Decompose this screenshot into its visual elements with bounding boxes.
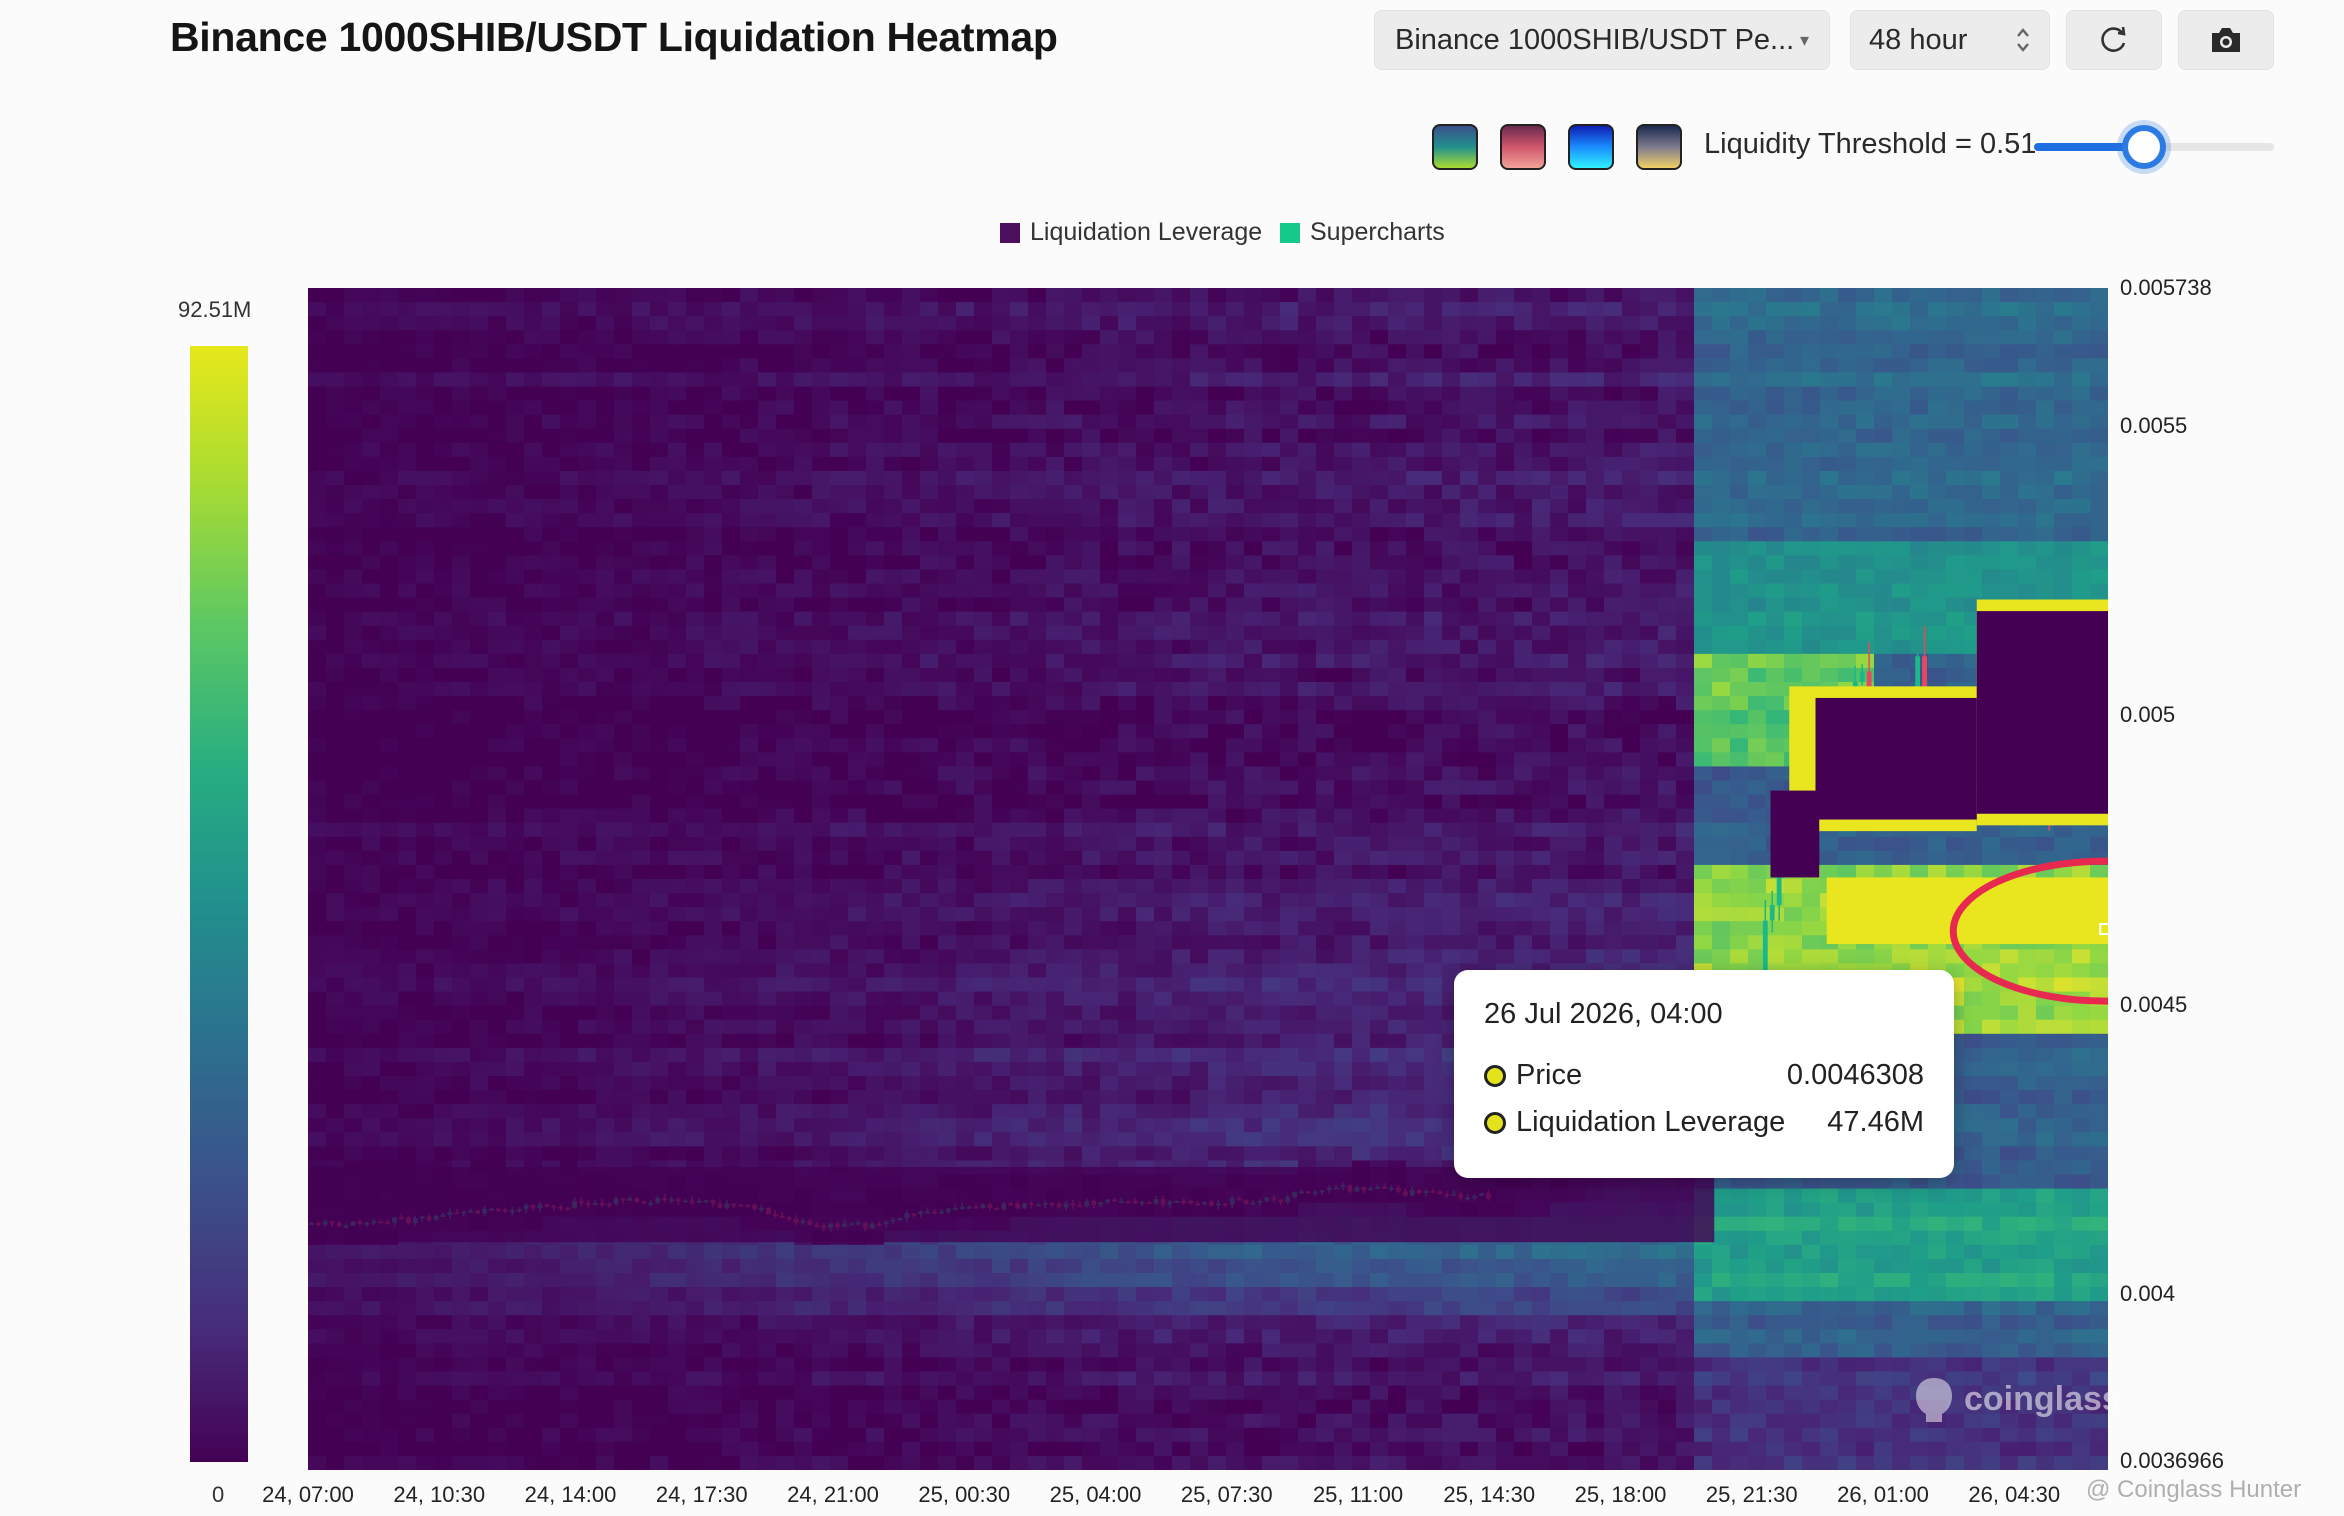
palette-swatch-viridis[interactable] <box>1432 124 1478 170</box>
legend-label: Supercharts <box>1310 218 1445 246</box>
tooltip-label: Price <box>1516 1059 1583 1091</box>
price-channel <box>308 1166 1715 1243</box>
coinglass-logo-icon <box>1916 1378 1952 1422</box>
colorbar-max-label: 92.51M <box>178 297 252 322</box>
stepper-arrows-icon <box>2017 28 2029 52</box>
price-channel <box>1770 790 1820 878</box>
palette-swatch-dusk[interactable] <box>1636 124 1682 170</box>
y-tick-label: 0.005738 <box>2120 275 2212 300</box>
y-tick-label: 0.005 <box>2120 702 2176 728</box>
range-select-value: 48 hour <box>1869 23 1968 56</box>
x-tick-label: 25, 14:30 <box>1443 1482 1536 1507</box>
chevron-down-icon: ▾ <box>1799 29 1809 50</box>
x-tick-label: 25, 04:00 <box>1049 1482 1142 1507</box>
coinglass-watermark: coinglass <box>1912 1374 2121 1424</box>
range-select[interactable]: 48 hour <box>1850 10 2050 70</box>
legend-swatch <box>1280 222 1300 243</box>
colorbar-min-label: 0 <box>212 1482 225 1507</box>
refresh-icon <box>2101 26 2126 52</box>
legend-swatch <box>1000 222 1020 243</box>
threshold-label: Liquidity Threshold = 0.51 <box>1704 128 2037 160</box>
y-tick-label: 0.0045 <box>2120 991 2188 1017</box>
tooltip-value: 0.0046308 <box>1786 1059 1924 1091</box>
tooltip-row-leverage: Liquidation Leverage 47.46M <box>1484 1106 1924 1139</box>
x-tick-label: 24, 07:00 <box>262 1482 354 1507</box>
legend-item-liquidation-leverage[interactable]: Liquidation Leverage <box>1000 218 1262 247</box>
x-tick-label: 24, 10:30 <box>393 1482 486 1507</box>
x-tick-label: 24, 21:00 <box>787 1482 879 1507</box>
tooltip-value: 47.46M <box>1827 1106 1924 1138</box>
y-tick-label: 0.0055 <box>2120 412 2188 438</box>
palette-swatch-sunset[interactable] <box>1500 124 1546 170</box>
threshold-slider-handle[interactable] <box>2122 125 2166 169</box>
heatmap-plot[interactable] <box>308 288 2108 1470</box>
tooltip-row-price: Price 0.0046308 <box>1484 1059 1924 1092</box>
tooltip-date: 26 Jul 2026, 04:00 <box>1484 998 1723 1030</box>
tooltip-label: Liquidation Leverage <box>1516 1106 1786 1138</box>
liquidation-cluster <box>1826 877 2108 945</box>
price-channel <box>1815 697 1977 820</box>
legend-item-supercharts[interactable]: Supercharts <box>1280 218 1445 247</box>
x-tick-label: 26, 01:00 <box>1837 1482 1929 1507</box>
y-tick-label: 0.004 <box>2120 1281 2176 1307</box>
x-tick-label: 25, 00:30 <box>918 1482 1011 1507</box>
x-tick-label: 25, 18:00 <box>1574 1482 1667 1507</box>
price-channel <box>1976 611 2108 814</box>
candle <box>1769 905 1775 921</box>
palette-swatch-ocean[interactable] <box>1568 124 1614 170</box>
tooltip-dot-icon <box>1484 1064 1506 1087</box>
x-tick-label: 24, 14:00 <box>524 1482 617 1507</box>
screenshot-button[interactable] <box>2178 10 2274 70</box>
x-tick-label: 25, 11:00 <box>1312 1482 1404 1507</box>
camera-icon <box>2212 28 2240 52</box>
page-title: Binance 1000SHIB/USDT Liquidation Heatma… <box>170 14 1058 60</box>
x-tick-label: 25, 21:30 <box>1705 1482 1798 1507</box>
symbol-select[interactable]: Binance 1000SHIB/USDT Pe... ▾ <box>1374 10 1830 70</box>
colorbar <box>190 346 248 1462</box>
tooltip: 26 Jul 2026, 04:00 Price 0.0046308 Liqui… <box>1454 970 1954 1178</box>
symbol-select-value: Binance 1000SHIB/USDT Pe... <box>1395 23 1795 56</box>
refresh-button[interactable] <box>2066 10 2162 70</box>
y-tick-label: 0.0036966 <box>2120 1448 2224 1473</box>
candle <box>1859 671 1865 682</box>
x-tick-label: 26, 04:30 <box>1968 1482 2061 1507</box>
x-tick-label: 24, 17:30 <box>655 1482 748 1507</box>
x-tick-label: 25, 07:30 <box>1180 1482 1273 1507</box>
tooltip-dot-icon <box>1484 1111 1506 1134</box>
watermark-text: coinglass <box>1964 1379 2121 1418</box>
legend-label: Liquidation Leverage <box>1030 218 1263 246</box>
credit-text: @ Coinglass Hunter <box>2086 1476 2302 1503</box>
